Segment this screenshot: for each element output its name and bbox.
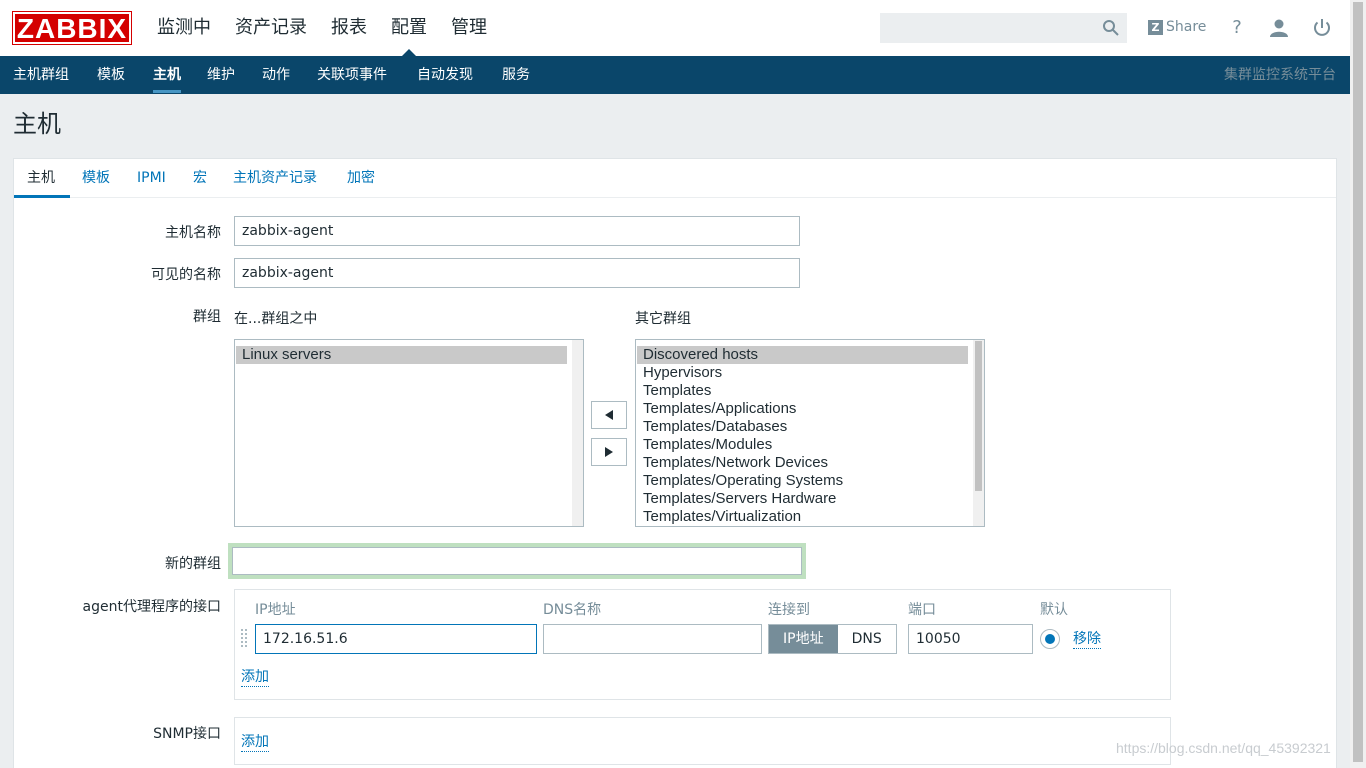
in-groups-scrollbar[interactable] [572, 340, 583, 526]
subnav-host-groups[interactable]: 主机群组 [13, 56, 69, 94]
list-item[interactable]: Templates/Network Devices [637, 454, 968, 472]
host-name-label: 主机名称 [165, 225, 221, 241]
tab-templates[interactable]: 模板 [82, 159, 110, 198]
help-icon[interactable]: ? [1225, 16, 1249, 40]
subnav-actions[interactable]: 动作 [262, 56, 290, 94]
tab-inventory[interactable]: 主机资产记录 [233, 159, 317, 198]
list-item[interactable]: Templates/Servers Hardware [637, 490, 968, 508]
power-icon[interactable] [1310, 16, 1334, 40]
snmp-interfaces-box [234, 717, 1171, 765]
list-item[interactable]: Templates/Operating Systems [637, 472, 968, 490]
col-port-header: 端口 [908, 602, 936, 618]
new-group-field-wrapper [228, 543, 806, 579]
drag-handle-icon[interactable] [241, 629, 249, 649]
menu-configuration[interactable]: 配置 [379, 0, 439, 56]
watermark-text: https://blog.csdn.net/qq_45392321 [1116, 740, 1331, 756]
page-scrollbar-thumb[interactable] [1353, 2, 1363, 762]
col-ip-header: IP地址 [255, 602, 296, 618]
list-item[interactable]: Templates/Virtualization [637, 508, 968, 526]
connect-dns-button[interactable]: DNS [837, 625, 896, 653]
subnav-correlation[interactable]: 关联项事件 [317, 56, 387, 94]
subnav-services[interactable]: 服务 [502, 56, 530, 94]
visible-name-label: 可见的名称 [151, 267, 221, 283]
snmp-interfaces-label: SNMP接口 [153, 726, 221, 742]
scrollbar-thumb[interactable] [975, 341, 982, 491]
search-box [880, 13, 1127, 43]
sub-navigation: 主机群组 模板 主机 维护 动作 关联项事件 自动发现 服务 集群监控系统平台 [0, 56, 1350, 94]
host-name-input[interactable] [234, 216, 800, 246]
share-label: Share [1166, 19, 1207, 35]
tab-encryption[interactable]: 加密 [347, 159, 375, 198]
list-item[interactable]: Hypervisors [637, 364, 968, 382]
new-group-label: 新的群组 [165, 556, 221, 572]
add-agent-interface-link[interactable]: 添加 [241, 669, 269, 687]
share-icon: Z [1148, 19, 1163, 35]
top-header: ZABBIX 监测中 资产记录 报表 配置 管理 Z Share ? [0, 0, 1350, 56]
move-left-button[interactable] [591, 401, 627, 429]
list-item[interactable]: Linux servers [236, 346, 567, 364]
connect-to-toggle: IP地址 DNS [768, 624, 897, 654]
list-item[interactable]: Templates/Applications [637, 400, 968, 418]
ip-address-input[interactable] [255, 624, 537, 654]
main-menu: 监测中 资产记录 报表 配置 管理 [145, 0, 499, 56]
subnav-maintenance[interactable]: 维护 [207, 56, 235, 94]
in-groups-label: 在...群组之中 [234, 311, 318, 327]
list-item[interactable]: Discovered hosts [637, 346, 968, 364]
move-right-button[interactable] [591, 438, 627, 466]
user-icon[interactable] [1267, 16, 1291, 40]
connect-ip-button[interactable]: IP地址 [769, 625, 838, 653]
new-group-input[interactable] [232, 547, 802, 575]
col-dns-header: DNS名称 [543, 602, 602, 618]
subnav-hosts[interactable]: 主机 [153, 56, 181, 94]
dns-name-input[interactable] [543, 624, 762, 654]
arrow-right-icon [605, 447, 613, 457]
visible-name-input[interactable] [234, 258, 800, 288]
list-item[interactable]: Templates [637, 382, 968, 400]
menu-inventory[interactable]: 资产记录 [223, 0, 319, 56]
page-title: 主机 [13, 110, 61, 138]
col-default-header: 默认 [1040, 602, 1068, 618]
page-scrollbar[interactable] [1350, 0, 1366, 768]
search-icon[interactable] [1102, 19, 1120, 37]
menu-administration[interactable]: 管理 [439, 0, 499, 56]
share-link[interactable]: Z Share [1148, 17, 1206, 37]
search-input[interactable] [881, 14, 1096, 42]
subnav-templates[interactable]: 模板 [97, 56, 125, 94]
subnav-discovery[interactable]: 自动发现 [417, 56, 473, 94]
remove-interface-link[interactable]: 移除 [1073, 631, 1101, 649]
in-groups-listbox[interactable]: Linux servers [234, 339, 584, 527]
menu-reports[interactable]: 报表 [319, 0, 379, 56]
zabbix-logo[interactable]: ZABBIX [12, 11, 132, 45]
menu-monitoring[interactable]: 监测中 [145, 0, 223, 56]
groups-label: 群组 [193, 309, 221, 325]
tab-macros[interactable]: 宏 [193, 159, 207, 198]
tab-ipmi[interactable]: IPMI [137, 159, 166, 198]
other-groups-scrollbar[interactable] [973, 340, 984, 526]
tab-host[interactable]: 主机 [14, 159, 70, 198]
col-connect-header: 连接到 [768, 602, 810, 618]
add-snmp-interface-link[interactable]: 添加 [241, 734, 269, 752]
list-item[interactable]: Templates/Databases [637, 418, 968, 436]
port-input[interactable] [908, 624, 1033, 654]
other-groups-label: 其它群组 [635, 311, 691, 327]
server-name-label: 集群监控系统平台 [1224, 67, 1336, 83]
list-item[interactable]: Templates/Modules [637, 436, 968, 454]
agent-interfaces-label: agent代理程序的接口 [82, 599, 221, 615]
arrow-left-icon [605, 410, 613, 420]
other-groups-listbox[interactable]: Discovered hosts Hypervisors Templates T… [635, 339, 985, 527]
default-interface-radio[interactable] [1040, 629, 1060, 649]
form-tabs: 主机 模板 IPMI 宏 主机资产记录 加密 [14, 159, 1336, 198]
